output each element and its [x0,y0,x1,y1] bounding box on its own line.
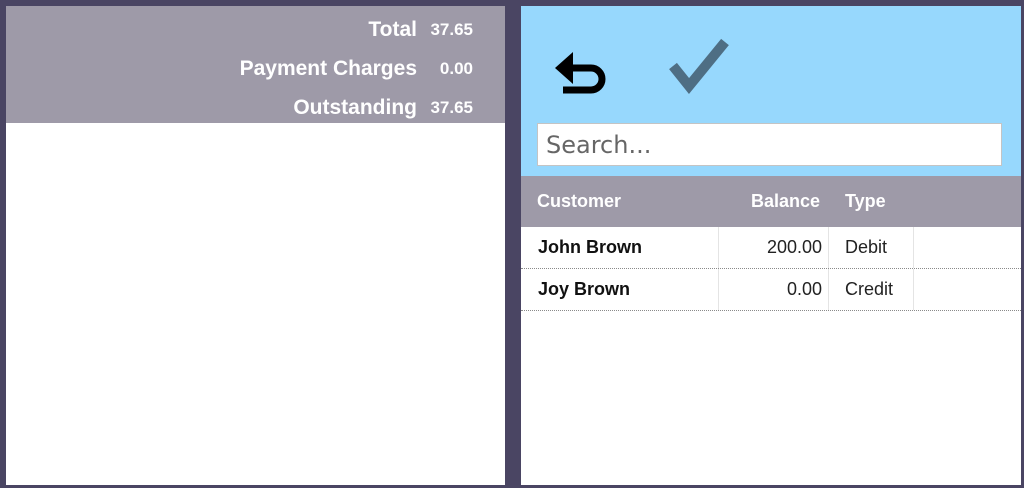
total-label: Total [368,17,417,41]
cell-type: Credit [829,269,914,310]
cell-type: Debit [829,227,914,268]
checkmark-icon[interactable] [667,36,731,98]
payment-charges-value: 0.00 [439,58,473,78]
cell-balance: 200.00 [719,227,829,268]
payment-charges-row: Payment Charges 0.00 [6,49,505,88]
total-row: Total 37.65 [6,10,505,49]
totals-section: Total 37.65 Payment Charges 0.00 Outstan… [6,6,505,123]
table-header: Customer Balance Type [521,176,1021,227]
cell-spacer [914,269,1021,310]
outstanding-value: 37.65 [430,97,473,117]
toolbar [521,6,1021,176]
search-box [537,123,1002,166]
column-header-type[interactable]: Type [828,191,914,212]
payment-charges-label: Payment Charges [239,56,417,80]
customer-select-panel: Customer Balance Type John Brown 200.00 … [521,6,1021,485]
undo-arrow-icon[interactable] [553,44,613,94]
payment-summary-panel: Total 37.65 Payment Charges 0.00 Outstan… [6,6,505,485]
cell-balance: 0.00 [719,269,829,310]
total-value: 37.65 [430,19,473,39]
search-input[interactable] [538,124,1001,165]
outstanding-row: Outstanding 37.65 [6,88,505,127]
table-row[interactable]: John Brown 200.00 Debit [521,227,1021,269]
cell-spacer [914,227,1021,268]
cell-customer: John Brown [521,227,719,268]
column-header-customer[interactable]: Customer [521,191,719,212]
cell-customer: Joy Brown [521,269,719,310]
table-row[interactable]: Joy Brown 0.00 Credit [521,269,1021,311]
column-header-balance[interactable]: Balance [719,191,828,212]
outstanding-label: Outstanding [293,95,417,119]
